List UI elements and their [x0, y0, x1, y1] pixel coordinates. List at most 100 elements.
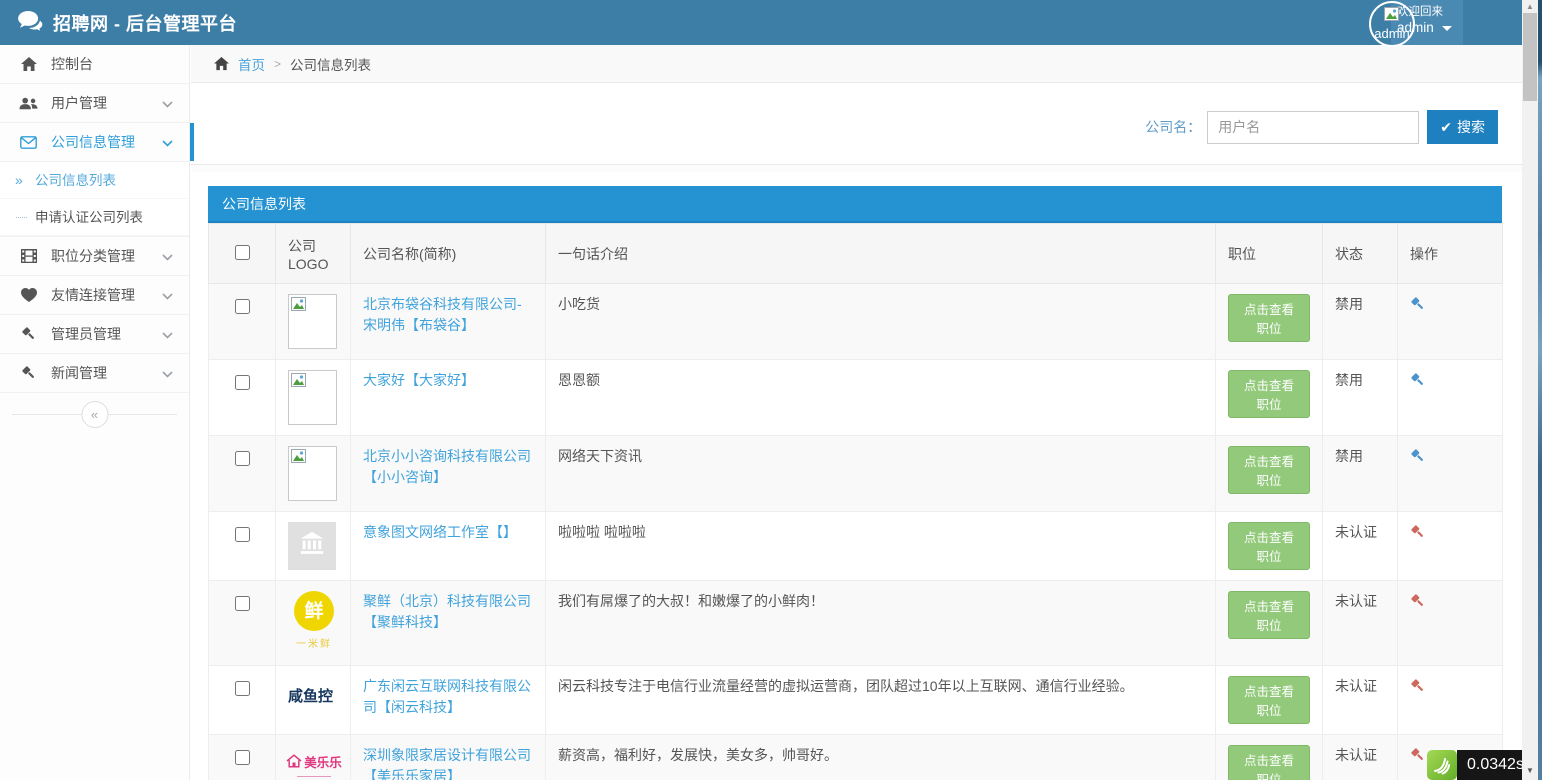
table-row: 美乐乐 深圳象限家居设计有限公司【美乐乐家居】 薪资高，福利好，发展快，美女多，…	[209, 735, 1503, 780]
gavel-action-icon[interactable]	[1410, 593, 1426, 615]
company-name-link[interactable]: 广东闲云互联网科技有限公司【闲云科技】	[363, 676, 533, 718]
col-status: 状态	[1323, 224, 1398, 284]
chevron-down-icon	[162, 248, 173, 264]
dotted-connector	[16, 217, 27, 218]
thinkphp-logo-icon[interactable]	[1427, 750, 1457, 780]
view-jobs-button[interactable]: 点击查看职位	[1228, 370, 1310, 418]
avatar[interactable]: admin	[1369, 1, 1415, 47]
bank-icon	[297, 528, 327, 564]
row-checkbox[interactable]	[235, 375, 250, 390]
breadcrumb: 首页 > 公司信息列表	[191, 45, 1522, 83]
company-description: 啦啦啦 啦啦啦	[558, 524, 646, 540]
sidebar-item[interactable]: 控制台	[0, 45, 189, 84]
company-name-input[interactable]	[1207, 111, 1419, 144]
table-row: 北京布袋谷科技有限公司-宋明伟【布袋谷】 小吃货 点击查看职位 禁用	[209, 284, 1503, 360]
company-name-link[interactable]: 意象图文网络工作室【】	[363, 522, 533, 543]
comments-icon	[18, 11, 43, 35]
search-button[interactable]: ✔ 搜索	[1427, 110, 1498, 144]
company-name-link[interactable]: 聚鲜（北京）科技有限公司【聚鲜科技】	[363, 591, 533, 633]
company-name-link[interactable]: 北京小小咨询科技有限公司【小小咨询】	[363, 446, 533, 488]
sidebar-item[interactable]: 用户管理	[0, 84, 189, 123]
view-jobs-button[interactable]: 点击查看职位	[1228, 591, 1310, 639]
gavel-icon	[19, 365, 38, 381]
breadcrumb-home-link[interactable]: 首页	[238, 54, 265, 74]
table-row: 北京小小咨询科技有限公司【小小咨询】 网络天下资讯 点击查看职位 禁用	[209, 436, 1503, 512]
chevron-down-icon	[162, 95, 173, 111]
table-row: 鲜一米鲜 聚鲜（北京）科技有限公司【聚鲜科技】 我们有屌爆了的大叔！和嫩爆了的小…	[209, 581, 1503, 666]
sidebar-collapse-row: «	[0, 394, 189, 436]
users-icon	[19, 96, 38, 111]
company-logo-placeholder	[288, 294, 337, 349]
sidebar-item[interactable]: 公司信息管理	[0, 123, 189, 162]
sidebar-subitem[interactable]: » 公司信息列表	[0, 162, 189, 199]
row-checkbox[interactable]	[235, 299, 250, 314]
top-header-bar: 招聘网 - 后台管理平台 欢迎回来 admin	[0, 0, 1522, 45]
vertical-scrollbar[interactable]: ▲ ▼	[1522, 0, 1538, 780]
gavel-action-icon[interactable]	[1410, 747, 1426, 769]
window-edge-strip	[1538, 0, 1542, 780]
company-logo-placeholder	[288, 446, 337, 501]
row-checkbox[interactable]	[235, 527, 250, 542]
row-checkbox[interactable]	[235, 681, 250, 696]
gavel-action-icon[interactable]	[1410, 296, 1426, 318]
breadcrumb-separator: >	[274, 57, 281, 71]
status-badge: 未认证	[1335, 747, 1377, 763]
caret-down-icon	[1442, 26, 1452, 31]
broken-image-icon	[291, 451, 308, 467]
row-checkbox[interactable]	[235, 451, 250, 466]
content-divider	[191, 164, 1522, 172]
panel-title: 公司信息列表	[208, 186, 1502, 223]
scrollbar-thumb[interactable]	[1523, 13, 1537, 101]
row-checkbox[interactable]	[235, 596, 250, 611]
sidebar-item[interactable]: 友情连接管理	[0, 276, 189, 315]
view-jobs-button[interactable]: 点击查看职位	[1228, 294, 1310, 342]
table-row: 大家好【大家好】 恩恩额 点击查看职位 禁用	[209, 360, 1503, 436]
status-badge: 未认证	[1335, 524, 1377, 540]
col-job: 职位	[1216, 224, 1323, 284]
sidebar-item[interactable]: 新闻管理	[0, 354, 189, 393]
row-checkbox[interactable]	[235, 750, 250, 765]
company-logo-text: 咸鱼控	[288, 676, 333, 707]
col-action: 操作	[1398, 224, 1503, 284]
col-logo: 公司LOGO	[276, 224, 351, 284]
gavel-action-icon[interactable]	[1410, 448, 1426, 470]
company-description: 小吃货	[558, 296, 600, 312]
company-logo-placeholder	[288, 370, 337, 425]
broken-image-icon	[291, 375, 308, 391]
select-all-checkbox[interactable]	[235, 245, 250, 260]
chevron-down-icon	[162, 287, 173, 303]
chevron-down-icon	[162, 365, 173, 381]
gavel-action-icon[interactable]	[1410, 372, 1426, 394]
view-jobs-button[interactable]: 点击查看职位	[1228, 446, 1310, 494]
company-name-link[interactable]: 北京布袋谷科技有限公司-宋明伟【布袋谷】	[363, 294, 533, 336]
company-logo: 美乐乐	[288, 745, 340, 777]
company-description: 我们有屌爆了的大叔！和嫩爆了的小鲜肉！	[558, 593, 824, 609]
home-icon	[214, 57, 229, 71]
scroll-down-arrow[interactable]: ▼	[1522, 764, 1538, 778]
double-angle-right-icon: »	[15, 162, 23, 199]
app-title: 招聘网 - 后台管理平台	[53, 10, 237, 36]
chevron-down-icon	[162, 134, 173, 150]
company-description: 闲云科技专注于电信行业流量经营的虚拟运营商，团队超过10年以上互联网、通信行业经…	[558, 678, 1134, 694]
sidebar-item[interactable]: 职位分类管理	[0, 237, 189, 276]
company-logo: 鲜一米鲜	[288, 591, 340, 655]
home-icon	[19, 57, 38, 72]
view-jobs-button[interactable]: 点击查看职位	[1228, 522, 1310, 570]
status-badge: 未认证	[1335, 678, 1377, 694]
breadcrumb-current: 公司信息列表	[290, 54, 371, 74]
sidebar-subitem[interactable]: 申请认证公司列表	[0, 199, 189, 236]
sidebar-collapse-button[interactable]: «	[81, 401, 108, 428]
house-icon	[286, 753, 302, 774]
company-name-link[interactable]: 大家好【大家好】	[363, 370, 533, 391]
debug-trace-badge: 0.0342s	[1427, 750, 1537, 780]
chevron-down-icon	[162, 326, 173, 342]
view-jobs-button[interactable]: 点击查看职位	[1228, 676, 1310, 724]
gavel-action-icon[interactable]	[1410, 524, 1426, 546]
envelope-icon	[19, 136, 38, 149]
company-name-link[interactable]: 深圳象限家居设计有限公司【美乐乐家居】	[363, 745, 533, 780]
view-jobs-button[interactable]: 点击查看职位	[1228, 745, 1310, 780]
gavel-action-icon[interactable]	[1410, 678, 1426, 700]
col-desc: 一句话介绍	[546, 224, 1216, 284]
scroll-up-arrow[interactable]: ▲	[1522, 0, 1538, 14]
sidebar-item[interactable]: 管理员管理	[0, 315, 189, 354]
